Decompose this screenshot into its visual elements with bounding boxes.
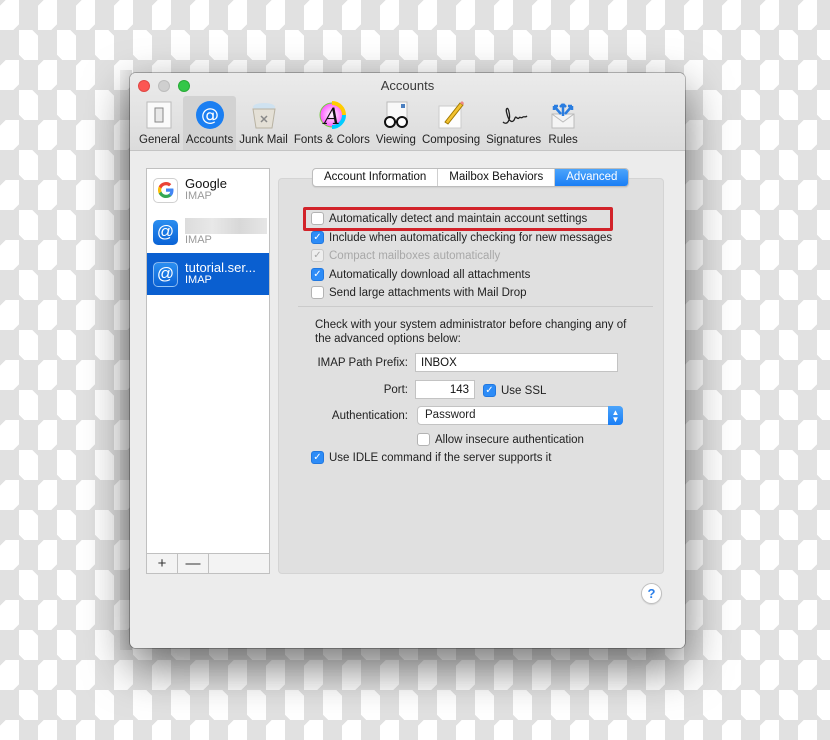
checkbox[interactable]	[311, 286, 324, 299]
port-label: Port:	[383, 384, 408, 396]
toolbar-item-general[interactable]: General	[136, 96, 183, 150]
fonts-colors-icon: A	[316, 99, 348, 131]
account-type: IMAP	[185, 274, 212, 286]
account-name-redacted	[185, 217, 267, 234]
account-item-tutorial[interactable]: @ tutorial.ser... IMAP	[147, 253, 269, 295]
toolbar-item-fonts-colors[interactable]: A Fonts & Colors	[291, 96, 373, 150]
account-tabs: Account Information Mailbox Behaviors Ad…	[312, 168, 630, 187]
account-type: IMAP	[185, 233, 212, 246]
checkbox[interactable]	[483, 384, 496, 397]
rules-envelope-icon	[547, 99, 579, 131]
window-title: Accounts	[380, 78, 435, 93]
section-divider	[298, 306, 653, 307]
checkbox[interactable]	[311, 212, 324, 225]
authentication-label: Authentication:	[331, 410, 408, 422]
option-compact-mailboxes: Compact mailboxes automatically	[311, 249, 500, 262]
option-auto-detect-settings[interactable]: Automatically detect and maintain accoun…	[311, 212, 587, 225]
titlebar: Accounts General @ Accounts Junk Mail A …	[130, 73, 685, 151]
imap-path-prefix-label: IMAP Path Prefix:	[317, 357, 408, 369]
at-icon: @	[153, 219, 178, 245]
account-type: IMAP	[185, 190, 212, 202]
help-button[interactable]: ?	[641, 583, 662, 604]
composing-pencil-icon	[435, 99, 467, 131]
account-item-google[interactable]: Google IMAP	[147, 169, 269, 211]
svg-text:@: @	[201, 105, 219, 126]
toolbar-item-viewing[interactable]: Viewing	[373, 96, 419, 150]
chevron-updown-icon: ▲ ▼	[608, 406, 623, 425]
authentication-select[interactable]: Password ▲ ▼	[417, 406, 623, 425]
account-item-blurred[interactable]: @ IMAP	[147, 211, 269, 253]
add-account-button[interactable]: +	[147, 554, 178, 573]
checkbox[interactable]	[311, 231, 324, 244]
toolbar-item-composing[interactable]: Composing	[419, 96, 483, 150]
imap-path-prefix-input[interactable]	[415, 353, 618, 372]
allow-insecure-auth-option[interactable]: Allow insecure authentication	[417, 433, 584, 446]
checkbox	[311, 249, 324, 262]
account-name: tutorial.ser...	[185, 260, 256, 275]
toolbar-item-signatures[interactable]: Signatures	[483, 96, 544, 150]
junk-mail-icon	[248, 99, 280, 131]
google-icon	[153, 177, 178, 203]
option-mail-drop[interactable]: Send large attachments with Mail Drop	[311, 286, 527, 299]
option-include-auto-check[interactable]: Include when automatically checking for …	[311, 231, 612, 244]
checkbox[interactable]	[417, 433, 430, 446]
option-download-attachments[interactable]: Automatically download all attachments	[311, 268, 530, 281]
svg-text:A: A	[322, 105, 340, 130]
signature-icon	[498, 99, 530, 131]
at-icon: @	[153, 261, 178, 287]
account-list-footer: + —	[146, 553, 270, 574]
general-icon	[143, 99, 175, 131]
preferences-toolbar: General @ Accounts Junk Mail A Fonts & C…	[136, 96, 582, 150]
accounts-at-icon: @	[194, 99, 226, 131]
tab-mailbox-behaviors[interactable]: Mailbox Behaviors	[438, 169, 556, 186]
account-list[interactable]: Google IMAP @ IMAP @ tutorial.ser... IMA…	[146, 168, 270, 574]
account-name: Google	[185, 176, 227, 191]
accounts-preferences-window: Accounts General @ Accounts Junk Mail A …	[130, 73, 685, 648]
toolbar-item-rules[interactable]: Rules	[544, 96, 582, 150]
use-ssl-option[interactable]: Use SSL	[483, 384, 546, 397]
toolbar-item-junk-mail[interactable]: Junk Mail	[236, 96, 291, 150]
admin-warning-note: Check with your system administrator bef…	[315, 319, 627, 345]
use-idle-option[interactable]: Use IDLE command if the server supports …	[311, 451, 551, 464]
checkbox[interactable]	[311, 268, 324, 281]
tab-advanced[interactable]: Advanced	[555, 169, 629, 186]
port-input[interactable]	[415, 380, 475, 399]
checkbox[interactable]	[311, 451, 324, 464]
remove-account-button[interactable]: —	[178, 554, 209, 573]
toolbar-item-accounts[interactable]: @ Accounts	[182, 96, 237, 150]
viewing-glasses-icon	[380, 99, 412, 131]
tab-account-information[interactable]: Account Information	[313, 169, 439, 186]
